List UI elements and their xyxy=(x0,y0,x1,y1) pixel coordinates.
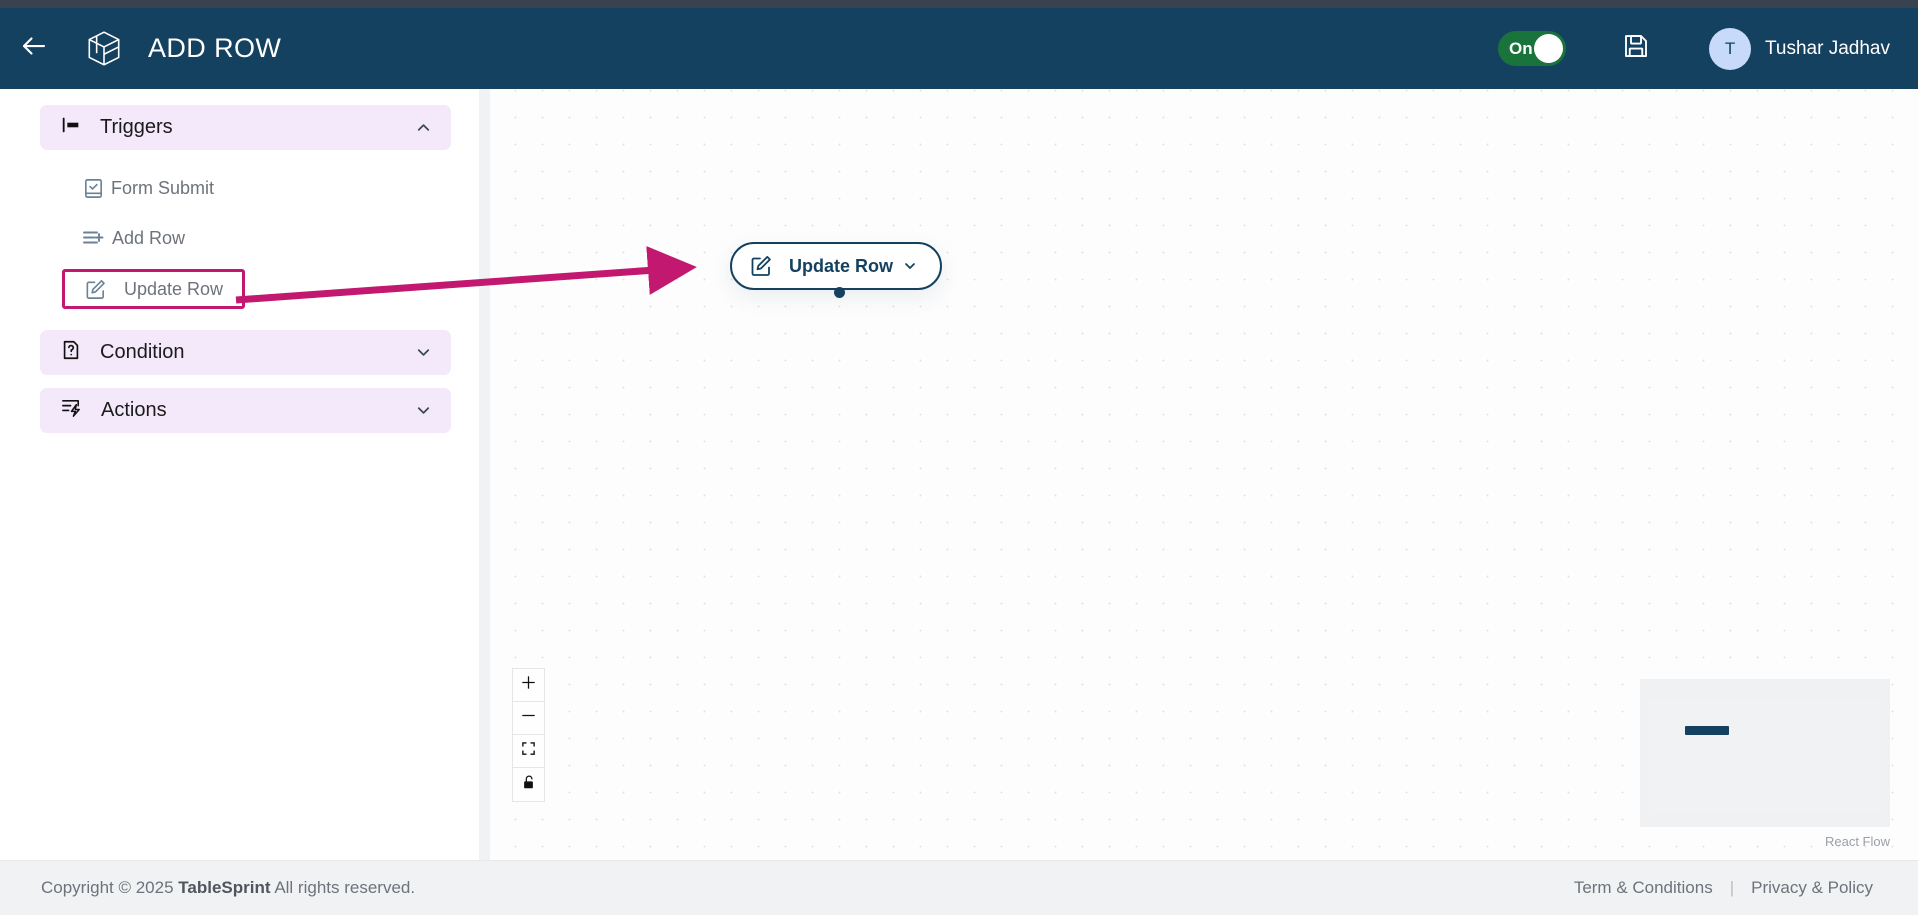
workflow-enabled-toggle[interactable]: On xyxy=(1498,31,1566,66)
copyright-text: Copyright © 2025 TableSprint All rights … xyxy=(41,878,415,898)
chevron-down-icon[interactable] xyxy=(414,401,433,420)
actions-lightning-icon xyxy=(60,397,83,425)
cube-logo-icon xyxy=(83,28,125,70)
sidebar-group-condition[interactable]: Condition xyxy=(40,330,451,375)
update-row-pencil-icon xyxy=(84,278,107,301)
user-menu[interactable]: T Tushar Jadhav xyxy=(1709,28,1890,70)
flow-canvas[interactable]: Update Row xyxy=(490,89,1918,860)
top-decorative-strip xyxy=(0,0,1918,8)
sidebar-item-label: Form Submit xyxy=(111,178,214,199)
condition-question-icon xyxy=(60,339,82,366)
node-source-handle[interactable] xyxy=(834,287,845,298)
plus-icon xyxy=(520,674,537,696)
lock-open-icon xyxy=(521,774,536,795)
chevron-up-icon[interactable] xyxy=(414,118,433,137)
minimap-viewport-mask xyxy=(1649,701,1881,814)
minus-icon xyxy=(520,707,537,729)
footer-links: Term & Conditions | Privacy & Policy xyxy=(1574,878,1873,898)
canvas-node-update-row[interactable]: Update Row xyxy=(730,242,942,290)
toggle-state-label: On xyxy=(1509,39,1533,59)
canvas-node-label: Update Row xyxy=(789,256,893,277)
chevron-down-icon[interactable] xyxy=(902,258,918,274)
copyright-suffix: All rights reserved. xyxy=(271,878,416,897)
brand-name: TableSprint xyxy=(178,878,270,897)
sidebar-item-form-submit[interactable]: Form Submit xyxy=(40,169,451,207)
fit-view-button[interactable] xyxy=(513,735,544,768)
zoom-out-button[interactable] xyxy=(513,702,544,735)
update-row-pencil-icon xyxy=(749,254,773,278)
sidebar-group-triggers[interactable]: Triggers xyxy=(40,105,451,150)
sidebar-item-label: Update Row xyxy=(124,279,223,300)
header-actions: On T Tushar Jadhav xyxy=(1498,28,1918,70)
app-header: ADD ROW On T Tushar Jadhav xyxy=(0,8,1918,89)
chevron-down-icon[interactable] xyxy=(414,343,433,362)
toggle-knob xyxy=(1534,34,1563,63)
page-title: ADD ROW xyxy=(148,33,281,64)
main-body: Triggers Form Submit xyxy=(0,89,1918,860)
sidebar-item-label: Add Row xyxy=(112,228,185,249)
avatar: T xyxy=(1709,28,1751,70)
reactflow-attribution[interactable]: React Flow xyxy=(1825,834,1890,849)
add-row-icon xyxy=(81,226,105,250)
form-submit-icon xyxy=(82,177,105,200)
fit-view-icon xyxy=(521,741,536,761)
floppy-disk-save-icon xyxy=(1621,31,1651,66)
sidebar-group-actions[interactable]: Actions xyxy=(40,388,451,433)
sidebar-item-update-row[interactable]: Update Row xyxy=(62,269,245,309)
workflow-sidebar: Triggers Form Submit xyxy=(0,89,479,860)
sidebar-item-add-row[interactable]: Add Row xyxy=(40,219,451,257)
minimap-node xyxy=(1685,726,1729,735)
user-name: Tushar Jadhav xyxy=(1765,38,1890,60)
trigger-flag-icon xyxy=(60,114,82,141)
canvas-controls xyxy=(512,668,545,802)
terms-link[interactable]: Term & Conditions xyxy=(1574,878,1713,898)
back-button[interactable] xyxy=(7,22,61,76)
save-button[interactable] xyxy=(1621,31,1651,66)
copyright-prefix: Copyright © 2025 xyxy=(41,878,178,897)
sidebar-group-label: Condition xyxy=(100,341,185,364)
arrow-left-icon xyxy=(19,31,49,66)
privacy-link[interactable]: Privacy & Policy xyxy=(1751,878,1873,898)
sidebar-group-label: Triggers xyxy=(100,116,173,139)
canvas-minimap[interactable] xyxy=(1640,679,1890,827)
app-footer: Copyright © 2025 TableSprint All rights … xyxy=(0,860,1918,915)
footer-separator: | xyxy=(1730,878,1734,898)
toggle-interactivity-button[interactable] xyxy=(513,768,544,801)
zoom-in-button[interactable] xyxy=(513,669,544,702)
sidebar-group-label: Actions xyxy=(101,399,167,422)
sidebar-trigger-items: Form Submit Add Row xyxy=(0,169,479,309)
